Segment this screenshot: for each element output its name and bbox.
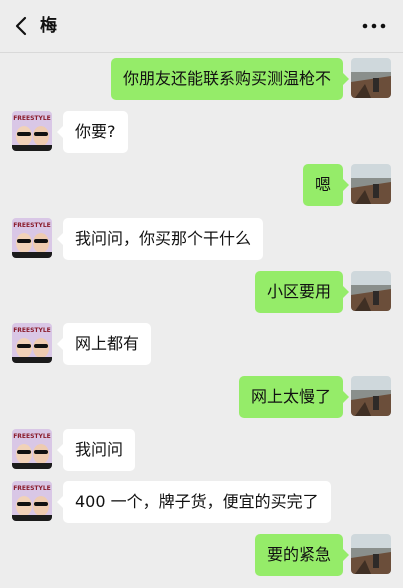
chat-header: 梅	[0, 0, 403, 53]
message-bubble-self[interactable]: 要的紧急	[254, 534, 350, 576]
contact-avatar[interactable]: FREESTYLE	[12, 323, 52, 363]
more-button[interactable]	[361, 14, 387, 38]
contact-avatar[interactable]: FREESTYLE	[12, 111, 52, 151]
contact-avatar[interactable]: FREESTYLE	[12, 429, 52, 469]
self-avatar[interactable]	[351, 376, 391, 416]
avatar-caption: FREESTYLE	[13, 433, 51, 440]
message-bubble-other[interactable]: 网上都有	[56, 323, 152, 365]
message-bubble-other[interactable]: 你要?	[57, 111, 128, 153]
back-button[interactable]	[10, 14, 34, 38]
avatar-caption: FREESTYLE	[13, 222, 51, 229]
contact-avatar[interactable]: FREESTYLE	[12, 481, 52, 521]
more-dots-icon	[362, 23, 386, 29]
self-avatar[interactable]	[351, 58, 391, 98]
avatar-caption: FREESTYLE	[13, 327, 51, 334]
self-avatar[interactable]	[351, 164, 391, 204]
message-bubble-other[interactable]: 400 一个，牌子货，便宜的买完了	[57, 481, 331, 523]
message-bubble-self[interactable]: 嗯	[302, 164, 350, 206]
landscape-photo-avatar	[351, 58, 391, 98]
avatar-caption: FREESTYLE	[13, 115, 51, 122]
chevron-left-icon	[15, 16, 27, 36]
self-avatar[interactable]	[351, 271, 391, 311]
message-bubble-self[interactable]: 你朋友还能联系购买测温枪不	[110, 58, 350, 100]
chat-title: 梅	[40, 16, 57, 36]
message-bubble-other[interactable]: 我问问	[56, 429, 136, 471]
self-avatar[interactable]	[351, 534, 391, 574]
avatar-caption: FREESTYLE	[13, 485, 51, 492]
message-bubble-self[interactable]: 网上太慢了	[238, 376, 350, 418]
contact-avatar[interactable]: FREESTYLE	[12, 218, 52, 258]
message-bubble-self[interactable]: 小区要用	[254, 271, 350, 313]
message-bubble-other[interactable]: 我问问，你买那个干什么	[56, 218, 264, 260]
